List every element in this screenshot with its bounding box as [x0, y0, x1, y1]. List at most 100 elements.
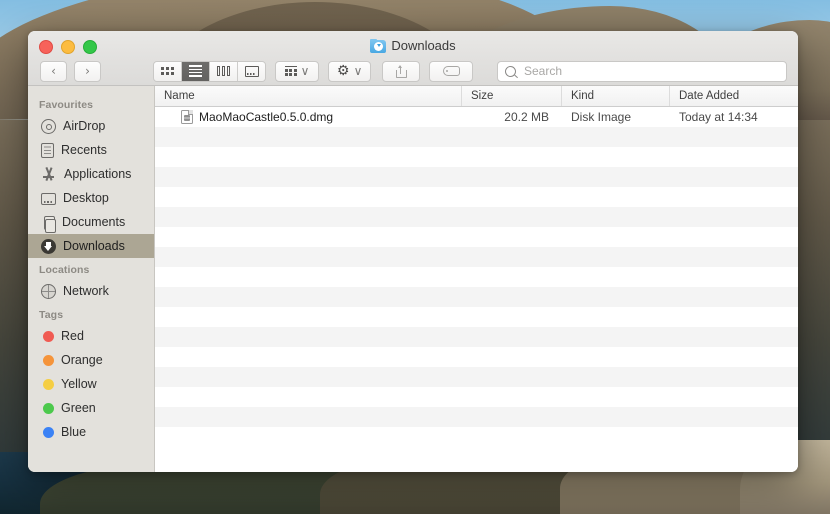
- empty-rows: [155, 127, 798, 447]
- sidebar-item-label: Network: [63, 284, 109, 298]
- tag-dot-icon: [43, 378, 54, 390]
- toolbar: ‹ › ∨ ⚙ ∨ Search: [28, 57, 798, 85]
- cell-date-added: Today at 14:34: [679, 110, 758, 124]
- cell-kind: Disk Image: [571, 110, 632, 124]
- window-body: Favourites AirDrop Recents Applications …: [28, 86, 798, 472]
- forward-button[interactable]: ›: [74, 60, 101, 82]
- grid-icon: [161, 67, 174, 75]
- sidebar-heading-tags: Tags: [39, 309, 64, 321]
- file-list-pane: Name Size Kind Date Added MaoMaoCastle0.…: [155, 86, 798, 472]
- sidebar-item-airdrop[interactable]: AirDrop: [28, 114, 154, 138]
- sidebar-item-documents[interactable]: Documents: [28, 210, 154, 234]
- airdrop-icon: [41, 118, 56, 134]
- search-field[interactable]: [497, 60, 787, 82]
- network-icon: [41, 283, 56, 299]
- sidebar-item-label: Applications: [64, 167, 132, 181]
- sidebar-item-tag-orange[interactable]: Orange: [28, 348, 154, 372]
- sidebar-item-desktop[interactable]: Desktop: [28, 186, 154, 210]
- chevron-down-icon: ∨: [353, 64, 363, 78]
- tag-button[interactable]: [429, 60, 473, 82]
- tag-dot-icon: [43, 354, 54, 366]
- disk-image-file-icon: [181, 110, 193, 124]
- sidebar-item-label: Green: [61, 401, 96, 415]
- sidebar-item-tag-green[interactable]: Green: [28, 396, 154, 420]
- column-view-button[interactable]: [210, 61, 238, 81]
- empty-row: [155, 167, 798, 187]
- traffic-lights: [39, 40, 97, 54]
- column-headers: Name Size Kind Date Added: [155, 86, 798, 107]
- column-header-date-added[interactable]: Date Added: [670, 86, 798, 106]
- applications-icon: [41, 166, 57, 182]
- view-mode-segmented-control: [153, 60, 266, 82]
- gear-icon: ⚙: [336, 62, 350, 79]
- window-title: Downloads: [28, 38, 798, 53]
- sidebar-item-tag-blue[interactable]: Blue: [28, 420, 154, 444]
- sidebar-item-tag-yellow[interactable]: Yellow: [28, 372, 154, 396]
- columns-icon: [216, 66, 231, 76]
- group-icon: [284, 65, 297, 77]
- sidebar-heading-locations: Locations: [39, 264, 90, 276]
- empty-row: [155, 427, 798, 447]
- zoom-button[interactable]: [83, 40, 97, 54]
- sidebar-item-label: Orange: [61, 353, 103, 367]
- sidebar-item-label: Yellow: [61, 377, 97, 391]
- empty-row: [155, 367, 798, 387]
- empty-row: [155, 267, 798, 287]
- empty-row: [155, 187, 798, 207]
- navigation-buttons: ‹ ›: [40, 60, 101, 82]
- list-icon: [189, 65, 202, 77]
- sidebar-item-label: Desktop: [63, 191, 109, 205]
- table-row[interactable]: MaoMaoCastle0.5.0.dmg 20.2 MB Disk Image…: [155, 107, 798, 127]
- desktop-icon: [41, 193, 56, 205]
- sidebar-item-tag-red[interactable]: Red: [28, 324, 154, 348]
- gallery-icon: [244, 65, 259, 77]
- empty-row: [155, 387, 798, 407]
- cell-name: MaoMaoCastle0.5.0.dmg: [155, 107, 462, 127]
- sidebar-item-downloads[interactable]: Downloads: [28, 234, 154, 258]
- sidebar-item-applications[interactable]: Applications: [28, 162, 154, 186]
- icon-view-button[interactable]: [154, 61, 182, 81]
- back-button[interactable]: ‹: [40, 60, 67, 82]
- empty-row: [155, 327, 798, 347]
- documents-icon: [44, 215, 56, 233]
- search-icon: [505, 65, 516, 77]
- column-header-kind[interactable]: Kind: [562, 86, 670, 106]
- file-rows[interactable]: MaoMaoCastle0.5.0.dmg 20.2 MB Disk Image…: [155, 107, 798, 472]
- sidebar-item-network[interactable]: Network: [28, 279, 154, 303]
- sidebar-item-label: Red: [61, 329, 84, 343]
- empty-row: [155, 287, 798, 307]
- sidebar[interactable]: Favourites AirDrop Recents Applications …: [28, 86, 155, 472]
- close-button[interactable]: [39, 40, 53, 54]
- search-input[interactable]: [522, 63, 779, 79]
- downloads-icon: [41, 238, 56, 254]
- downloads-folder-icon: [370, 38, 387, 53]
- column-header-size[interactable]: Size: [462, 86, 562, 106]
- gallery-view-button[interactable]: [238, 61, 265, 81]
- empty-row: [155, 307, 798, 327]
- empty-row: [155, 407, 798, 427]
- file-name: MaoMaoCastle0.5.0.dmg: [199, 110, 334, 124]
- empty-row: [155, 247, 798, 267]
- tag-icon: [442, 66, 460, 76]
- column-header-name[interactable]: Name: [155, 86, 462, 106]
- tag-dot-icon: [43, 402, 54, 414]
- empty-row: [155, 207, 798, 227]
- sidebar-item-recents[interactable]: Recents: [28, 138, 154, 162]
- action-menu-button[interactable]: ⚙ ∨: [328, 60, 371, 82]
- share-button[interactable]: [382, 60, 420, 82]
- list-view-button[interactable]: [182, 61, 210, 81]
- sidebar-item-label: Recents: [61, 143, 107, 157]
- group-by-button[interactable]: ∨: [275, 60, 319, 82]
- chevron-left-icon: ‹: [51, 64, 56, 78]
- sidebar-item-label: Downloads: [63, 239, 125, 253]
- sidebar-item-label: AirDrop: [63, 119, 106, 133]
- sidebar-heading-favourites: Favourites: [39, 99, 94, 111]
- recents-icon: [41, 142, 54, 158]
- window-title-text: Downloads: [391, 38, 456, 53]
- desktop-background: Downloads ‹ › ∨ ⚙ ∨ Search Favourites Ai…: [0, 0, 830, 514]
- sidebar-item-label: Blue: [61, 425, 87, 439]
- empty-row: [155, 147, 798, 167]
- minimize-button[interactable]: [61, 40, 75, 54]
- sidebar-item-label: Documents: [62, 215, 126, 229]
- empty-row: [155, 227, 798, 247]
